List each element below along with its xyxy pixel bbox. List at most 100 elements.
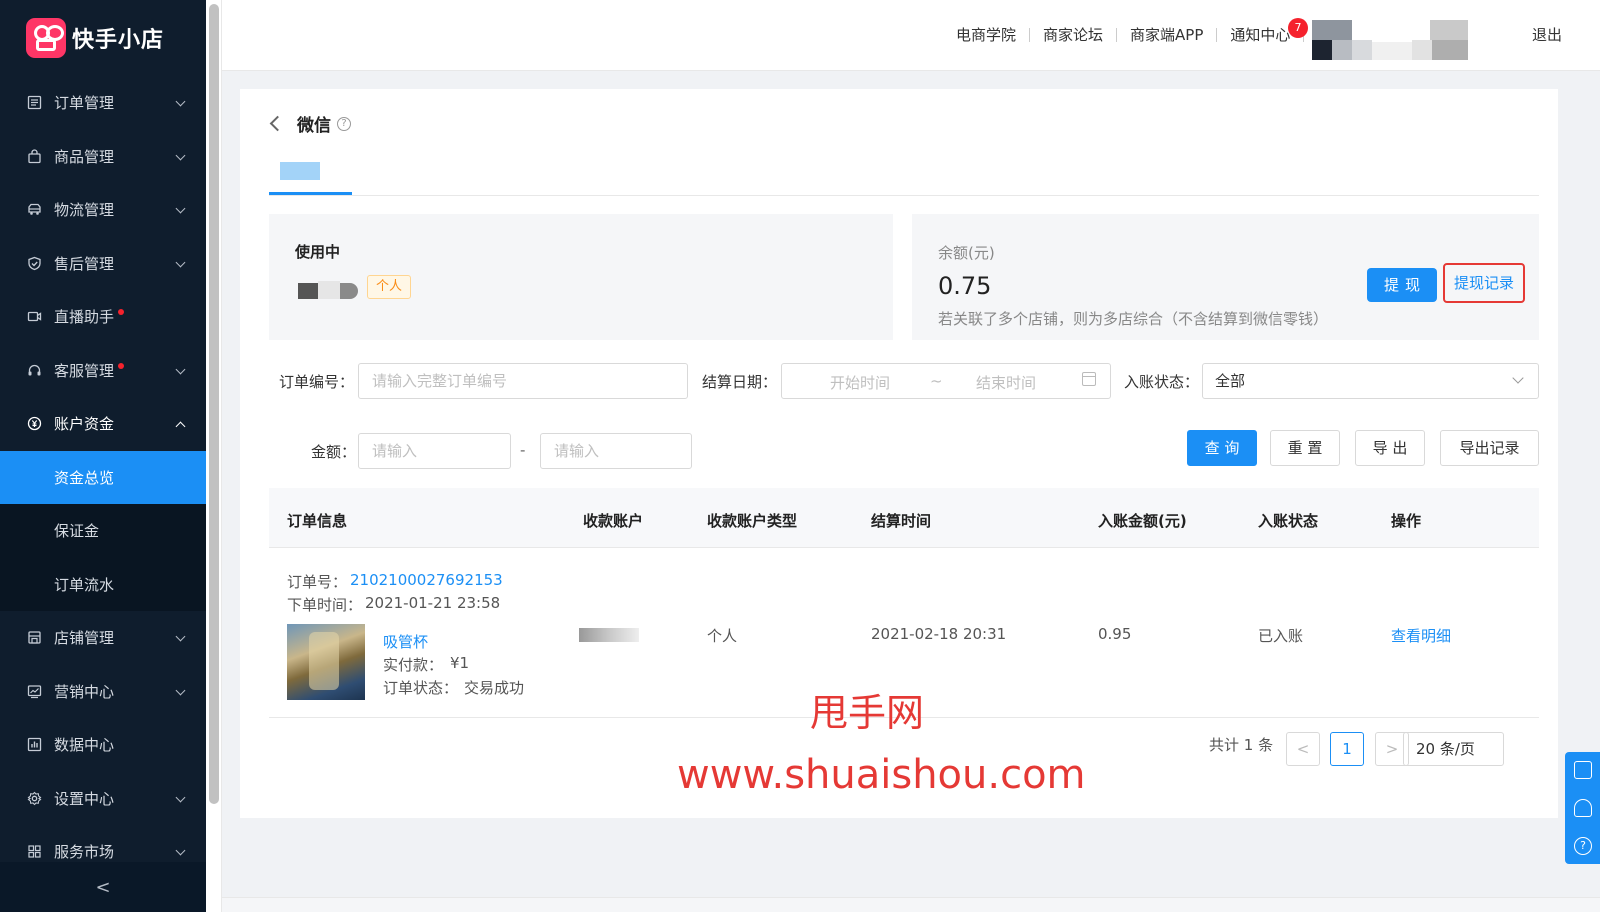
entry-status-select[interactable]: 全部: [1202, 363, 1539, 399]
chevron-down-icon: [175, 845, 186, 856]
sidebar-item-label: 售后管理: [54, 254, 115, 273]
sidebar-item-settings[interactable]: 设置中心: [0, 772, 206, 826]
sidebar-item-data-center[interactable]: 数据中心: [0, 718, 206, 772]
sidebar-item-label: 营销中心: [54, 682, 115, 701]
withdraw-button[interactable]: 提现: [1367, 268, 1437, 302]
entry-status: 已入账: [1258, 627, 1304, 645]
page-1-button[interactable]: 1: [1330, 732, 1364, 766]
table-header: 订单信息 收款账户 收款账户类型 结算时间 入账金额(元) 入账状态 操作: [269, 488, 1539, 548]
sidebar: 快手小店 订单管理 商品管理 物流管理 售后管理 直播助手 客服管理 账户资金 …: [0, 0, 206, 912]
product-thumbnail[interactable]: [287, 624, 365, 700]
column-header: 结算时间: [871, 512, 932, 530]
bar-chart-icon: [26, 737, 42, 753]
watermark-url: www.shuaishou.com: [677, 752, 1086, 798]
reset-button[interactable]: 重 置: [1270, 430, 1340, 466]
sidebar-collapse-button[interactable]: <: [0, 862, 206, 912]
logout-link[interactable]: 退出: [1532, 24, 1562, 45]
scrollbar-thumb[interactable]: [209, 4, 219, 804]
gear-icon: [26, 790, 42, 806]
sidebar-item-account-funds[interactable]: 账户资金: [0, 397, 206, 451]
amount-min-input[interactable]: 请输入: [358, 433, 511, 469]
chevron-up-icon: [175, 421, 186, 432]
sidebar-item-label: 物流管理: [54, 201, 115, 220]
sidebar-item-orders[interactable]: 订单管理: [0, 76, 206, 130]
sidebar-item-label: 服务市场: [54, 843, 115, 862]
sidebar-subitem-funds-overview[interactable]: 资金总览: [0, 450, 206, 504]
amount-max-input[interactable]: 请输入: [540, 433, 692, 469]
help-icon[interactable]: ?: [1574, 837, 1592, 855]
settle-date-range[interactable]: 开始时间 ~ 结束时间: [781, 363, 1111, 399]
prev-page-button[interactable]: <: [1286, 732, 1320, 766]
back-button[interactable]: 微信 ?: [269, 111, 351, 136]
footer-strip: [222, 897, 1600, 912]
chevron-down-icon: [175, 96, 186, 107]
order-no-input[interactable]: 请输入完整订单编号: [358, 363, 688, 399]
sidebar-item-label: 数据中心: [54, 736, 115, 755]
chevron-down-icon: [175, 685, 186, 695]
header-link-academy[interactable]: 电商学院: [956, 24, 1016, 45]
payee-account: [579, 628, 639, 642]
edit-icon[interactable]: [1574, 761, 1592, 779]
export-button[interactable]: 导 出: [1355, 430, 1425, 466]
entry-amount: 0.95: [1098, 625, 1132, 643]
header-link-app[interactable]: 商家端APP: [1130, 24, 1203, 45]
new-dot: [118, 309, 124, 315]
sidebar-subitem-deposit[interactable]: 保证金: [0, 504, 206, 558]
store-icon: [26, 630, 42, 646]
withdraw-record-button[interactable]: 提现记录: [1443, 263, 1525, 303]
end-date-input[interactable]: 结束时间: [976, 372, 1036, 393]
column-header: 入账金额(元): [1098, 512, 1187, 530]
account-panel: 使用中 个人: [269, 214, 893, 340]
tab-account[interactable]: [280, 162, 320, 180]
start-date-input[interactable]: 开始时间: [830, 372, 890, 393]
balance-label: 余额(元): [938, 244, 995, 262]
divider: [1116, 27, 1118, 42]
chevron-down-icon: [175, 150, 186, 160]
header-link-notifications[interactable]: 通知中心: [1230, 24, 1290, 45]
watermark-text: 甩手网: [810, 691, 925, 735]
chevron-down-icon: [175, 792, 186, 802]
header-nav: 电商学院 商家论坛 商家端APP 通知中心: [956, 24, 1317, 45]
header-link-forum[interactable]: 商家论坛: [1043, 24, 1103, 45]
sidebar-item-after-sales[interactable]: 售后管理: [0, 237, 206, 291]
entry-status-label: 入账状态：: [1124, 373, 1200, 391]
chart-icon: [26, 683, 42, 699]
sidebar-item-logistics[interactable]: 物流管理: [0, 183, 206, 237]
user-avatar[interactable]: [1312, 20, 1478, 62]
new-dot: [118, 362, 124, 369]
sidebar-item-marketing[interactable]: 营销中心: [0, 665, 206, 719]
help-icon[interactable]: ?: [337, 116, 351, 131]
sidebar-scrollbar[interactable]: [206, 0, 222, 912]
range-separator: ~: [930, 372, 943, 390]
sidebar-item-label: 资金总览: [54, 468, 115, 487]
sidebar-item-customer-service[interactable]: 客服管理: [0, 344, 206, 398]
sidebar-item-label: 账户资金: [54, 415, 115, 434]
order-time-label: 下单时间：: [287, 596, 363, 614]
settle-time: 2021-02-18 20:31: [871, 625, 1007, 643]
video-icon: [26, 309, 42, 325]
page-size-select[interactable]: 20 条/页: [1403, 732, 1504, 766]
chevron-down-icon: [175, 631, 186, 642]
sidebar-item-label: 商品管理: [54, 147, 115, 166]
divider: [1216, 27, 1218, 42]
academy-icon[interactable]: [1574, 799, 1592, 817]
order-no-link[interactable]: 2102100027692153: [350, 571, 503, 589]
kuaishou-logo-icon: [26, 18, 66, 58]
query-button[interactable]: 查 询: [1187, 430, 1257, 466]
export-record-button[interactable]: 导出记录: [1440, 430, 1539, 466]
product-name-link[interactable]: 吸管杯: [383, 631, 428, 652]
sidebar-item-live-assistant[interactable]: 直播助手: [0, 290, 206, 344]
balance-note: 若关联了多个店铺，则为多店综合（不含结算到微信零钱）: [938, 310, 1329, 328]
logo[interactable]: 快手小店: [0, 0, 206, 76]
sidebar-item-products[interactable]: 商品管理: [0, 130, 206, 184]
sidebar-item-label: 客服管理: [54, 361, 115, 380]
order-no-label: 订单编号：: [279, 373, 355, 391]
page-title: 微信: [297, 116, 331, 136]
divider: [1029, 27, 1031, 42]
sidebar-subitem-order-flow[interactable]: 订单流水: [0, 557, 206, 611]
top-header: 电商学院 商家论坛 商家端APP 通知中心 7 退出: [222, 0, 1600, 71]
sidebar-item-store[interactable]: 店铺管理: [0, 611, 206, 665]
chevron-down-icon: [175, 257, 186, 267]
chevron-down-icon: [175, 203, 186, 214]
view-detail-link[interactable]: 查看明细: [1391, 625, 1451, 646]
